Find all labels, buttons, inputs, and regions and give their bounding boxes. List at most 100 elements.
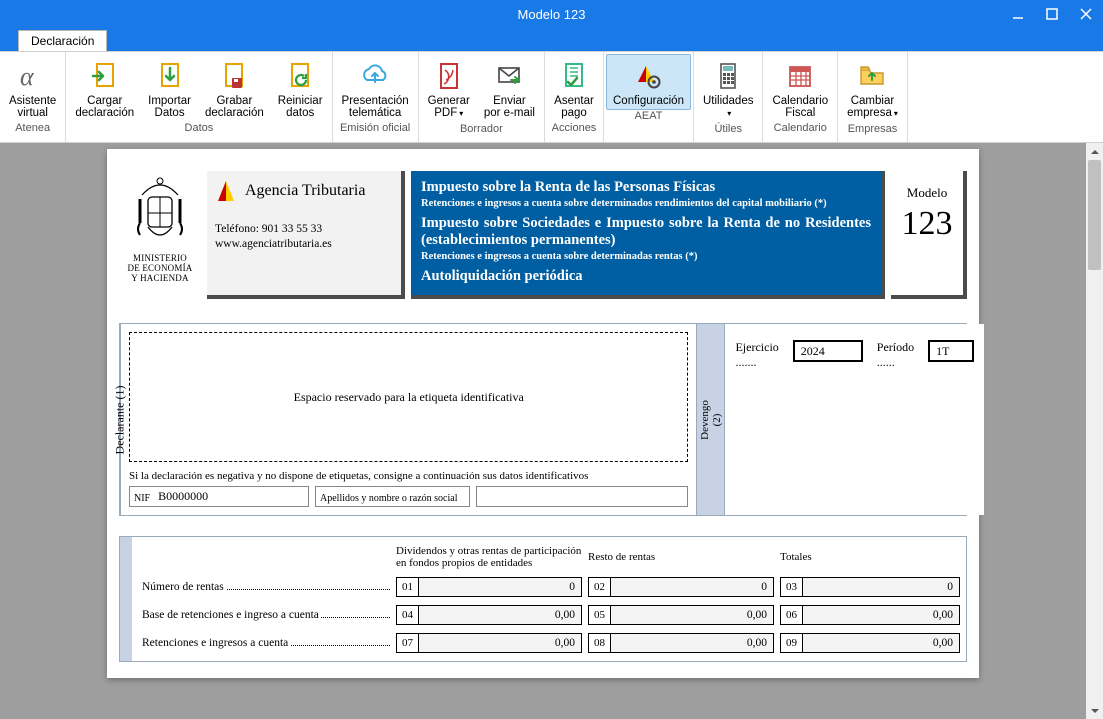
- ribbon-group-title: Calendario: [765, 122, 835, 136]
- extra-empty-input[interactable]: [477, 487, 687, 506]
- chevron-down-icon: ▾: [894, 109, 898, 118]
- folder-open-icon: [852, 57, 892, 95]
- ribbon-group-title: Acciones: [547, 122, 601, 136]
- calendario-fiscal-button[interactable]: Calendario Fiscal: [765, 54, 835, 122]
- ribbon-group-empresas: Cambiar empresa▾ Empresas: [838, 52, 908, 142]
- importar-datos-button[interactable]: Importar Datos: [141, 54, 198, 122]
- agencia-block: Agencia Tributaria Teléfono: 901 33 55 3…: [207, 171, 405, 299]
- ribbon: α Asistente virtual Atenea Cargar declar…: [0, 51, 1103, 143]
- ribbon-group-utiles: Utilidades▾ Útiles: [694, 52, 764, 142]
- declarante-section: Declarante (1) Espacio reservado para la…: [119, 323, 967, 516]
- vertical-scrollbar[interactable]: [1086, 143, 1103, 719]
- ribbon-group-title: Borrador: [421, 123, 542, 137]
- ribbon-group-title: Emisión oficial: [335, 122, 416, 136]
- cell-02[interactable]: 020: [588, 577, 774, 597]
- liquidacion-side: [120, 537, 132, 661]
- ribbon-group-title: AEAT: [606, 110, 691, 124]
- minimize-button[interactable]: [1001, 0, 1035, 28]
- agencia-web: www.agenciatributaria.es: [215, 238, 393, 250]
- razon-social-field-wrapper: Apellidos y nombre o razón social: [315, 486, 470, 507]
- row-label: Base de retenciones e ingreso a cuenta: [142, 609, 390, 621]
- chevron-down-icon: ▾: [459, 109, 463, 118]
- extra-empty-field[interactable]: [476, 486, 688, 507]
- ribbon-group-acciones: Asentar pago Acciones: [545, 52, 604, 142]
- document-refresh-icon: [280, 57, 320, 95]
- agencia-telefono: Teléfono: 901 33 55 33: [215, 223, 393, 235]
- document-arrow-in-icon: [150, 57, 190, 95]
- declarante-side-label: Declarante (1): [120, 324, 121, 515]
- reiniciar-datos-button[interactable]: Reiniciar datos: [271, 54, 330, 122]
- calculator-icon: [708, 57, 748, 95]
- utilidades-button[interactable]: Utilidades▾: [696, 54, 761, 123]
- calc-grid: Dividendos y otras rentas de participaci…: [142, 545, 960, 653]
- configuracion-button[interactable]: Configuración: [606, 54, 691, 110]
- ribbon-group-borrador: Generar PDF▾ Enviar por e-mail Borrador: [419, 52, 545, 142]
- cell-04[interactable]: 040,00: [396, 605, 582, 625]
- nif-field-wrapper: NIF: [129, 486, 309, 507]
- title-bar: Modelo 123: [0, 0, 1103, 28]
- row-label: Retenciones e ingresos a cuenta: [142, 637, 390, 649]
- devengo-side-label: Devengo (2): [697, 324, 725, 515]
- close-button[interactable]: [1069, 0, 1103, 28]
- ribbon-group-aeat: Configuración AEAT: [604, 52, 694, 142]
- ejercicio-value-box[interactable]: 2024: [793, 340, 863, 362]
- razon-social-input[interactable]: [461, 487, 469, 506]
- maximize-button[interactable]: [1035, 0, 1069, 28]
- col-head-totales: Totales: [780, 551, 960, 563]
- cargar-declaracion-button[interactable]: Cargar declaración: [68, 54, 141, 122]
- modelo-block: Modelo 123: [891, 171, 967, 299]
- cell-05[interactable]: 050,00: [588, 605, 774, 625]
- liquidacion-section: Dividendos y otras rentas de participaci…: [119, 536, 967, 662]
- tab-declaracion[interactable]: Declaración: [18, 30, 107, 51]
- calendar-icon: [780, 57, 820, 95]
- cambiar-empresa-button[interactable]: Cambiar empresa▾: [840, 54, 905, 123]
- svg-text:α: α: [20, 62, 35, 91]
- impuesto-description-block: Impuesto sobre la Renta de las Personas …: [411, 171, 885, 299]
- aeat-logo-icon: [215, 177, 239, 205]
- asistente-virtual-button[interactable]: α Asistente virtual: [2, 54, 63, 122]
- scroll-track[interactable]: [1086, 160, 1103, 702]
- cell-08[interactable]: 080,00: [588, 633, 774, 653]
- pdf-icon: [429, 57, 469, 95]
- scroll-up-button[interactable]: [1086, 143, 1103, 160]
- scroll-thumb[interactable]: [1088, 160, 1101, 270]
- document-canvas[interactable]: MINISTERIO DE ECONOMÍA Y HACIENDA Agenci…: [0, 143, 1086, 718]
- ministerio-block: MINISTERIO DE ECONOMÍA Y HACIENDA: [119, 171, 201, 299]
- row-label: Número de rentas: [142, 581, 390, 593]
- ribbon-group-title: Atenea: [2, 122, 63, 136]
- form-page: MINISTERIO DE ECONOMÍA Y HACIENDA Agenci…: [107, 149, 979, 678]
- ribbon-tabstrip: Declaración: [0, 28, 1103, 51]
- spanish-crest-icon: [130, 171, 190, 249]
- ejercicio-label: Ejercicio .......: [735, 340, 778, 369]
- razon-social-label: Apellidos y nombre o razón social: [316, 490, 461, 504]
- presentacion-telematica-button[interactable]: Presentación telemática: [335, 54, 416, 122]
- generar-pdf-button[interactable]: Generar PDF▾: [421, 54, 477, 123]
- document-import-icon: [85, 57, 125, 95]
- cell-09[interactable]: 090,00: [780, 633, 960, 653]
- periodo-value-box[interactable]: 1T: [928, 340, 974, 362]
- scroll-down-button[interactable]: [1086, 702, 1103, 719]
- ribbon-group-emision: Presentación telemática Emisión oficial: [333, 52, 419, 142]
- asentar-pago-button[interactable]: Asentar pago: [547, 54, 601, 122]
- alpha-icon: α: [13, 57, 53, 95]
- col-head-resto: Resto de rentas: [588, 551, 774, 563]
- ribbon-group-atenea: α Asistente virtual Atenea: [0, 52, 66, 142]
- etiqueta-placeholder: Espacio reservado para la etiqueta ident…: [129, 332, 688, 462]
- envelope-icon: [489, 57, 529, 95]
- cell-06[interactable]: 060,00: [780, 605, 960, 625]
- window-title: Modelo 123: [518, 7, 586, 22]
- enviar-email-button[interactable]: Enviar por e-mail: [477, 54, 542, 122]
- ribbon-group-title: Datos: [68, 122, 329, 136]
- agencia-title: Agencia Tributaria: [245, 182, 365, 200]
- cell-07[interactable]: 070,00: [396, 633, 582, 653]
- ribbon-group-datos: Cargar declaración Importar Datos Grabar…: [66, 52, 332, 142]
- document-save-icon: [214, 57, 254, 95]
- cell-01[interactable]: 010: [396, 577, 582, 597]
- cell-03[interactable]: 030: [780, 577, 960, 597]
- grabar-declaracion-button[interactable]: Grabar declaración: [198, 54, 271, 122]
- declarante-note: Si la declaración es negativa y no dispo…: [129, 470, 688, 482]
- nif-input[interactable]: [154, 487, 308, 506]
- ribbon-group-title: Útiles: [696, 123, 761, 137]
- form-header: MINISTERIO DE ECONOMÍA Y HACIENDA Agenci…: [119, 171, 967, 299]
- ribbon-group-title: Empresas: [840, 123, 905, 137]
